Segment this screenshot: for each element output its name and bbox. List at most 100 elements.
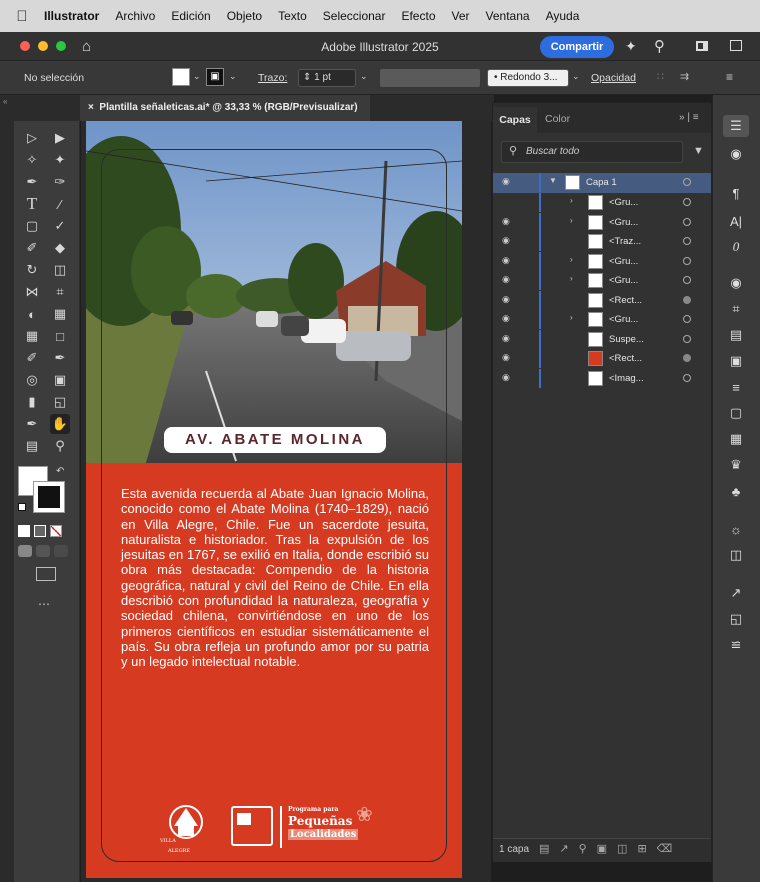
selection-tool-icon[interactable]: ▷: [22, 128, 42, 148]
visibility-eye-icon[interactable]: ◉: [502, 274, 510, 285]
screen-mode-icon[interactable]: [36, 567, 56, 581]
search-layers-input[interactable]: Buscar todo: [501, 141, 683, 163]
lasso-tool-icon[interactable]: ✦: [50, 150, 70, 170]
pen-tool-icon[interactable]: ✒: [22, 172, 42, 192]
close-window-button[interactable]: [20, 41, 30, 51]
appearance-icon[interactable]: ◉: [723, 272, 749, 294]
menu-illustrator[interactable]: Illustrator: [44, 9, 99, 23]
target-circle-icon[interactable]: [683, 295, 691, 304]
gradient-mode-icon[interactable]: [34, 525, 46, 537]
layer-row-capa-1[interactable]: ◉ ▼ Capa 1: [493, 173, 711, 193]
collapse-icon[interactable]: «: [3, 97, 7, 106]
brushes-icon[interactable]: ♛: [723, 454, 749, 476]
stroke-color-box[interactable]: [33, 481, 65, 513]
scale-tool-icon[interactable]: ◫: [50, 260, 70, 280]
layer-row[interactable]: ◉ › <Gru...: [493, 212, 711, 233]
menu-archivo[interactable]: Archivo: [115, 9, 155, 23]
color-panel-icon[interactable]: ◉: [723, 143, 749, 165]
align-panel-icon[interactable]: ▤: [723, 324, 749, 346]
layer-row[interactable]: ◉ › <Gru...: [493, 251, 711, 272]
eraser-tool-icon[interactable]: ◆: [50, 238, 70, 258]
layer-row[interactable]: ◉ › <Gru...: [493, 310, 711, 330]
layer-row[interactable]: ◉ <Rect...: [493, 349, 711, 369]
target-circle-icon[interactable]: [683, 178, 691, 186]
artboard-tool-icon[interactable]: ◱: [50, 392, 70, 412]
edit-toolbar-icon[interactable]: ▤: [22, 436, 42, 456]
opacity-label[interactable]: Opacidad: [591, 72, 636, 84]
tab-capas[interactable]: Capas: [493, 107, 537, 133]
brush-dropdown-icon[interactable]: ⌄: [572, 71, 580, 82]
share-button[interactable]: Compartir: [540, 36, 614, 58]
visibility-eye-icon[interactable]: ◉: [502, 255, 510, 266]
artboard[interactable]: AV. ABATE MOLINA Esta avenida recuerda a…: [86, 121, 462, 878]
artboards-icon[interactable]: ◱: [723, 608, 749, 630]
panel-toggle-icon[interactable]: [730, 40, 742, 51]
workspace-icon[interactable]: [696, 41, 708, 51]
brush-definition-select[interactable]: • Redondo 3...: [487, 69, 569, 87]
magic-wand-tool-icon[interactable]: ✧: [22, 150, 42, 170]
character-icon[interactable]: A|: [723, 210, 749, 232]
layer-row[interactable]: › <Gru...: [493, 193, 711, 213]
fill-dropdown-icon[interactable]: ⌄: [193, 71, 201, 82]
curvature-tool-icon[interactable]: ✑: [50, 172, 70, 192]
menu-ver[interactable]: Ver: [452, 9, 470, 23]
expand-chevron-icon[interactable]: ›: [570, 216, 573, 225]
visibility-eye-icon[interactable]: ◉: [502, 313, 510, 324]
slice-tool-icon[interactable]: ✒: [22, 414, 42, 434]
perspective-grid-tool-icon[interactable]: ▦: [50, 304, 70, 324]
pathfinder-icon[interactable]: ▣: [723, 350, 749, 372]
blend-tool-icon[interactable]: ◎: [22, 370, 42, 390]
target-circle-icon[interactable]: [683, 276, 691, 284]
menu-ventana[interactable]: Ventana: [486, 9, 530, 23]
layers-panel-icon[interactable]: ☰: [723, 115, 749, 137]
target-circle-icon[interactable]: [683, 217, 691, 226]
swatches-icon[interactable]: ▦: [723, 428, 749, 450]
layer-row[interactable]: ◉ <Traz...: [493, 232, 711, 252]
stepper-icon[interactable]: ⇕: [303, 72, 311, 83]
shaper-tool-icon[interactable]: ✐: [22, 238, 42, 258]
links-icon[interactable]: ↗: [723, 582, 749, 604]
menu-ayuda[interactable]: Ayuda: [546, 9, 580, 23]
target-circle-icon[interactable]: [683, 198, 691, 206]
layer-row[interactable]: ◉ <Rect...: [493, 290, 711, 311]
none-mode-icon[interactable]: [50, 525, 62, 537]
stroke-weight-dropdown-icon[interactable]: ⌄: [360, 71, 368, 82]
menu-objeto[interactable]: Objeto: [227, 9, 262, 23]
type-tool-icon[interactable]: T: [22, 194, 42, 214]
transform-panel-icon[interactable]: ⌗: [723, 298, 749, 320]
properties-icon[interactable]: ≌: [723, 634, 749, 656]
paragraph-icon[interactable]: ¶: [723, 182, 749, 204]
rectangle-tool-icon[interactable]: ▢: [22, 216, 42, 236]
menu-edicion[interactable]: Edición: [171, 9, 210, 23]
expand-chevron-icon[interactable]: ›: [570, 313, 573, 322]
target-circle-icon[interactable]: [683, 237, 691, 245]
gradient-panel-icon[interactable]: ▢: [723, 402, 749, 424]
menu-efecto[interactable]: Efecto: [401, 9, 435, 23]
draw-normal-icon[interactable]: [18, 545, 32, 557]
visibility-eye-icon[interactable]: ◉: [502, 294, 510, 305]
free-transform-tool-icon[interactable]: ⌗: [50, 282, 70, 302]
transform-icon[interactable]: ⇉: [680, 70, 689, 83]
graph-tool-icon[interactable]: ▮: [22, 392, 42, 412]
layer-row[interactable]: ◉ <Imag...: [493, 368, 711, 389]
hand-tool-icon[interactable]: ✋: [50, 414, 70, 434]
home-icon[interactable]: ⌂: [82, 38, 91, 55]
stroke-swatch[interactable]: ▣: [206, 68, 224, 86]
target-circle-icon[interactable]: [683, 315, 691, 323]
visibility-eye-icon[interactable]: ◉: [502, 333, 510, 344]
eyedropper-tool-icon[interactable]: ✐: [22, 348, 42, 368]
expand-chevron-icon[interactable]: ›: [570, 255, 573, 264]
measure-tool-icon[interactable]: ✒: [50, 348, 70, 368]
apple-icon[interactable]: : [0, 8, 44, 25]
zoom-window-button[interactable]: [56, 41, 66, 51]
menu-texto[interactable]: Texto: [278, 9, 307, 23]
target-circle-icon[interactable]: [683, 354, 691, 362]
stroke-dropdown-icon[interactable]: ⌄: [229, 71, 237, 82]
paintbrush-tool-icon[interactable]: ✓: [50, 216, 70, 236]
shape-builder-tool-icon[interactable]: ◐: [22, 304, 42, 324]
control-menu-icon[interactable]: ≡: [726, 70, 733, 84]
layer-row[interactable]: ◉ › <Gru...: [493, 271, 711, 291]
swap-colors-icon[interactable]: ↶: [56, 466, 64, 477]
filter-icon[interactable]: ▼: [693, 145, 704, 157]
direct-selection-tool-icon[interactable]: ▶: [50, 128, 70, 148]
